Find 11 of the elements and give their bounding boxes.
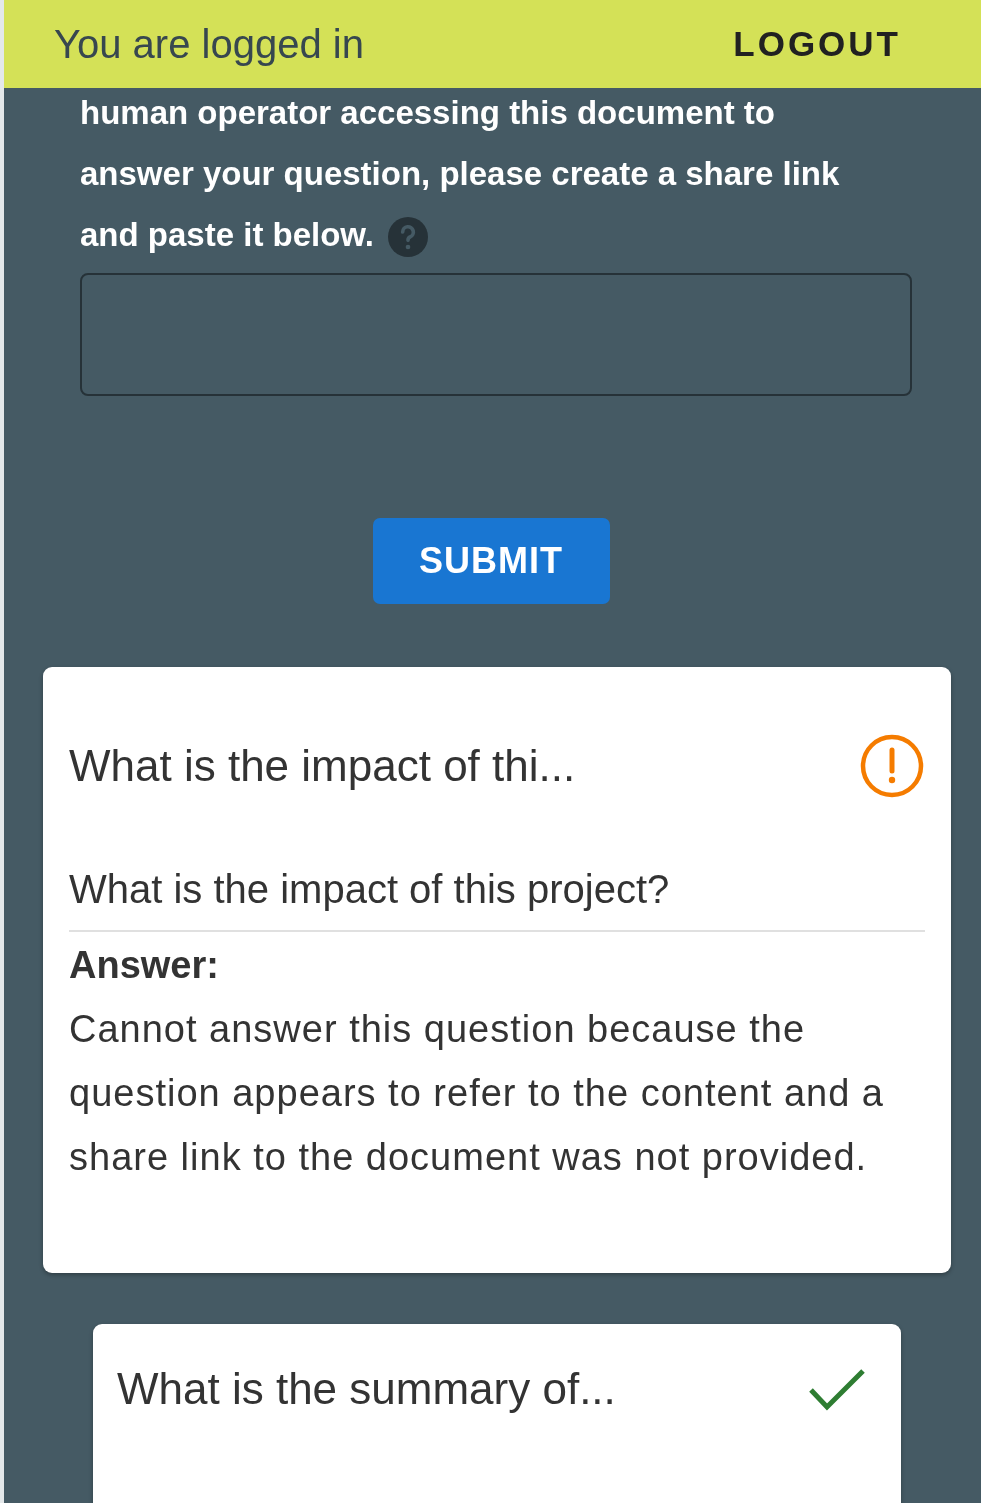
card-title[interactable]: What is the summary of... [117,1364,616,1414]
answer-text: Cannot answer this question because the question appears to refer to the content and a share link to the document was not provided. [69,1007,885,1180]
question-text: What is the impact of this project? [69,867,925,932]
instructions-text: human operator accessing this document to answer your question, please create a share link and paste it below. [80,82,870,265]
answer-label: Answer: [69,944,220,987]
logout-link[interactable]: LOGOUT [733,24,901,64]
login-status: You are logged in [54,21,364,67]
help-icon[interactable] [388,217,428,258]
share-link-field[interactable] [80,273,912,396]
submit-button[interactable]: SUBMIT [372,518,610,604]
card-title[interactable]: What is the impact of thi... [69,741,576,791]
